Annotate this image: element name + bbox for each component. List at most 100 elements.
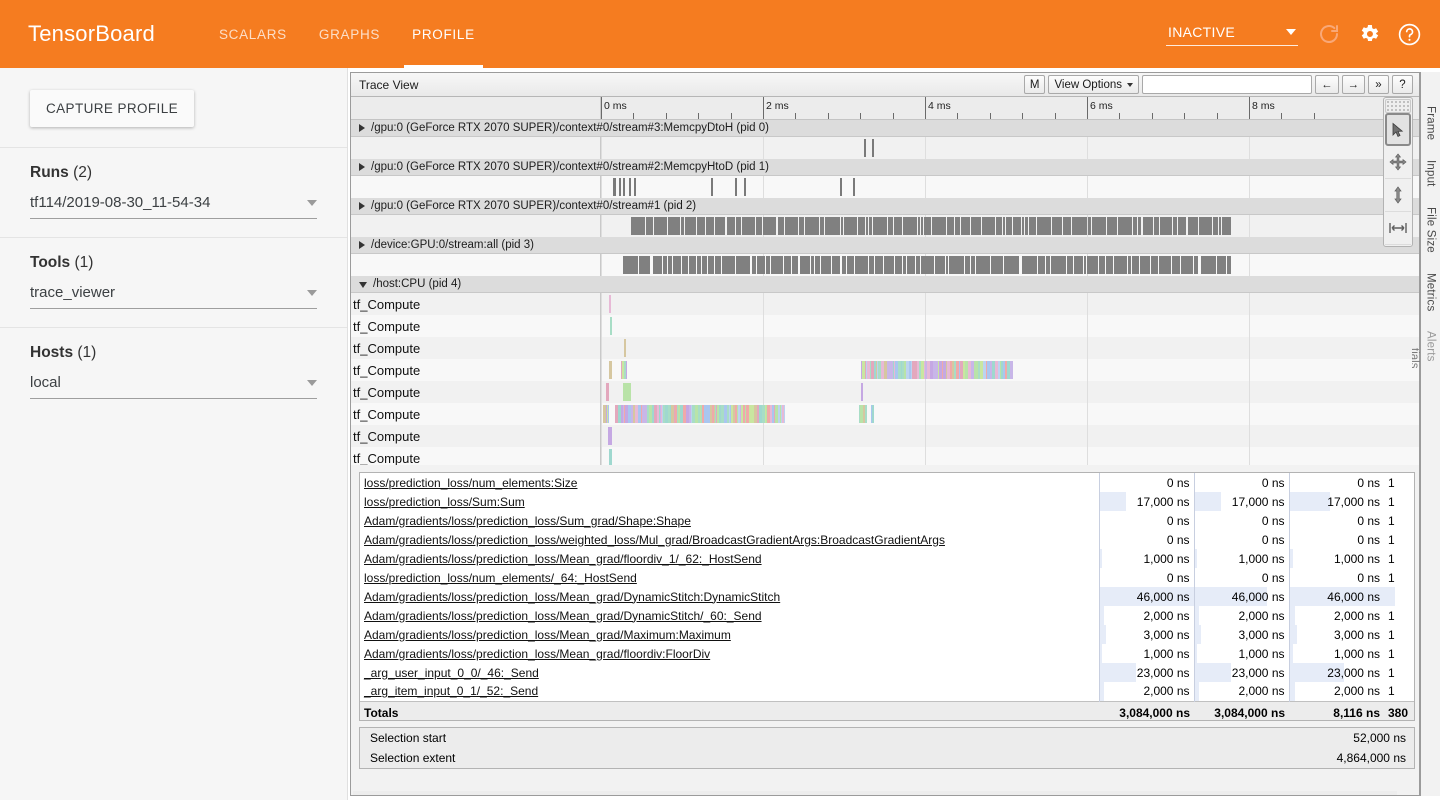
table-row[interactable]: loss/prediction_loss/Sum:Sum 17,000 ns 17,… (360, 492, 1414, 511)
op-name-link[interactable]: loss/prediction_loss/num_elements:Size (364, 476, 577, 490)
table-row[interactable]: Adam/gradients/loss/prediction_loss/Mean… (360, 644, 1414, 663)
search-next-button[interactable]: → (1341, 75, 1365, 94)
op-name-link[interactable]: Adam/gradients/loss/prediction_loss/Mean… (364, 590, 780, 604)
trace-slice[interactable] (685, 217, 696, 235)
trace-slice[interactable] (715, 217, 725, 235)
track-canvas[interactable] (601, 137, 1419, 159)
trace-slice[interactable] (1188, 217, 1198, 235)
trace-slice[interactable] (1133, 217, 1137, 235)
trace-slice[interactable] (624, 339, 626, 357)
trace-slice[interactable] (771, 256, 783, 274)
select-cursor-tool[interactable] (1385, 113, 1411, 146)
trace-slice[interactable] (1154, 217, 1159, 235)
trace-slice[interactable] (784, 256, 791, 274)
trace-slice[interactable] (653, 256, 662, 274)
trace-slice[interactable] (800, 256, 810, 274)
process-header[interactable]: /gpu:0 (GeForce RTX 2070 SUPER)/context#… (351, 159, 1419, 176)
trace-help-button[interactable]: ? (1392, 75, 1413, 94)
trace-slice[interactable] (1010, 361, 1013, 379)
trace-slice[interactable] (736, 217, 741, 235)
trace-slice[interactable] (682, 256, 688, 274)
trace-slice[interactable] (903, 217, 917, 235)
trace-slice[interactable] (1159, 256, 1171, 274)
trace-slice[interactable] (1138, 217, 1141, 235)
trace-slice[interactable] (629, 178, 631, 196)
trace-slice[interactable] (1114, 256, 1127, 274)
overflow-menu-button[interactable]: » (1368, 75, 1389, 94)
trace-slice[interactable] (916, 256, 920, 274)
trace-track-row[interactable]: tf_Compute (351, 381, 1419, 403)
trace-slice[interactable] (1088, 217, 1091, 235)
trace-slice[interactable] (832, 256, 840, 274)
trace-slice[interactable] (663, 256, 667, 274)
trace-slice[interactable] (825, 217, 840, 235)
trace-slice[interactable] (623, 383, 631, 401)
trace-slice[interactable] (894, 217, 902, 235)
trace-slice[interactable] (842, 256, 846, 274)
trace-slice[interactable] (673, 256, 681, 274)
trace-slice[interactable] (921, 256, 934, 274)
trace-slice[interactable] (619, 178, 621, 196)
trace-slice[interactable] (1222, 217, 1231, 235)
trace-slice[interactable] (865, 405, 867, 423)
trace-slice[interactable] (613, 178, 616, 196)
trace-slice[interactable] (1084, 256, 1086, 274)
trace-slice[interactable] (869, 217, 872, 235)
trace-slice[interactable] (935, 256, 945, 274)
trace-slice[interactable] (1227, 256, 1231, 274)
tab-scalars[interactable]: SCALARS (203, 0, 303, 68)
op-name-link[interactable]: Adam/gradients/loss/prediction_loss/Sum_… (364, 514, 691, 528)
trace-track-row[interactable]: tf_Compute (351, 425, 1419, 447)
settings-gear-icon[interactable] (1352, 17, 1386, 51)
trace-slice[interactable] (1052, 217, 1062, 235)
trace-slice[interactable] (608, 405, 609, 423)
trace-track-row[interactable]: tf_Compute (351, 315, 1419, 337)
trace-slice[interactable] (918, 217, 920, 235)
trace-slice[interactable] (1003, 217, 1005, 235)
track-canvas[interactable] (601, 315, 1419, 337)
trace-slice[interactable] (955, 217, 960, 235)
trace-slice[interactable] (689, 256, 696, 274)
trace-slice[interactable] (1160, 217, 1172, 235)
vertical-tab-frame[interactable]: Frame (1425, 96, 1437, 150)
trace-slice[interactable] (991, 256, 1003, 274)
trace-slice[interactable] (961, 217, 970, 235)
trace-slice[interactable] (907, 256, 915, 274)
trace-slice[interactable] (1092, 217, 1106, 235)
trace-rows[interactable]: /gpu:0 (GeForce RTX 2070 SUPER)/context#… (351, 120, 1419, 465)
trace-slice[interactable] (1106, 256, 1113, 274)
trace-slice[interactable] (844, 217, 857, 235)
op-name-link[interactable]: Adam/gradients/loss/prediction_loss/Mean… (364, 552, 762, 566)
trace-slice[interactable] (631, 217, 645, 235)
process-header[interactable]: /gpu:0 (GeForce RTX 2070 SUPER)/context#… (351, 120, 1419, 137)
trace-slice[interactable] (971, 256, 975, 274)
track-canvas[interactable] (601, 254, 1419, 276)
trace-slice[interactable] (853, 178, 855, 196)
refresh-icon[interactable] (1312, 17, 1346, 51)
trace-slice[interactable] (982, 217, 995, 235)
trace-track-row[interactable] (351, 254, 1419, 276)
trace-slice[interactable] (932, 217, 946, 235)
trace-track-row[interactable]: tf_Compute (351, 293, 1419, 315)
table-row[interactable]: Adam/gradients/loss/prediction_loss/Mean… (360, 549, 1414, 568)
search-prev-button[interactable]: ← (1315, 75, 1339, 94)
horizontal-scrollbar[interactable] (353, 791, 1397, 795)
op-name-link[interactable]: Adam/gradients/loss/prediction_loss/Mean… (364, 628, 731, 642)
trace-slice[interactable] (646, 217, 653, 235)
trace-slice[interactable] (949, 256, 964, 274)
track-canvas[interactable] (601, 403, 1419, 425)
trace-slice[interactable] (1140, 256, 1150, 274)
trace-slice[interactable] (668, 256, 672, 274)
trace-slice[interactable] (1038, 256, 1045, 274)
track-canvas[interactable] (601, 359, 1419, 381)
trace-slice[interactable] (855, 256, 868, 274)
trace-slice[interactable] (784, 405, 785, 423)
trace-slice[interactable] (1025, 217, 1028, 235)
drag-handle-icon[interactable] (1385, 99, 1411, 113)
op-name-link[interactable]: _arg_item_input_0_1/_52:_Send (364, 684, 538, 698)
trace-slice[interactable] (623, 256, 638, 274)
vertical-tab-alerts[interactable]: Alerts (1425, 321, 1437, 372)
table-row[interactable]: Adam/gradients/loss/prediction_loss/Mean… (360, 606, 1414, 625)
timeline-ruler[interactable]: 0 ms 2 ms 4 ms 6 ms 8 ms (351, 97, 1419, 120)
table-row[interactable]: Adam/gradients/loss/prediction_loss/Mean… (360, 587, 1414, 606)
